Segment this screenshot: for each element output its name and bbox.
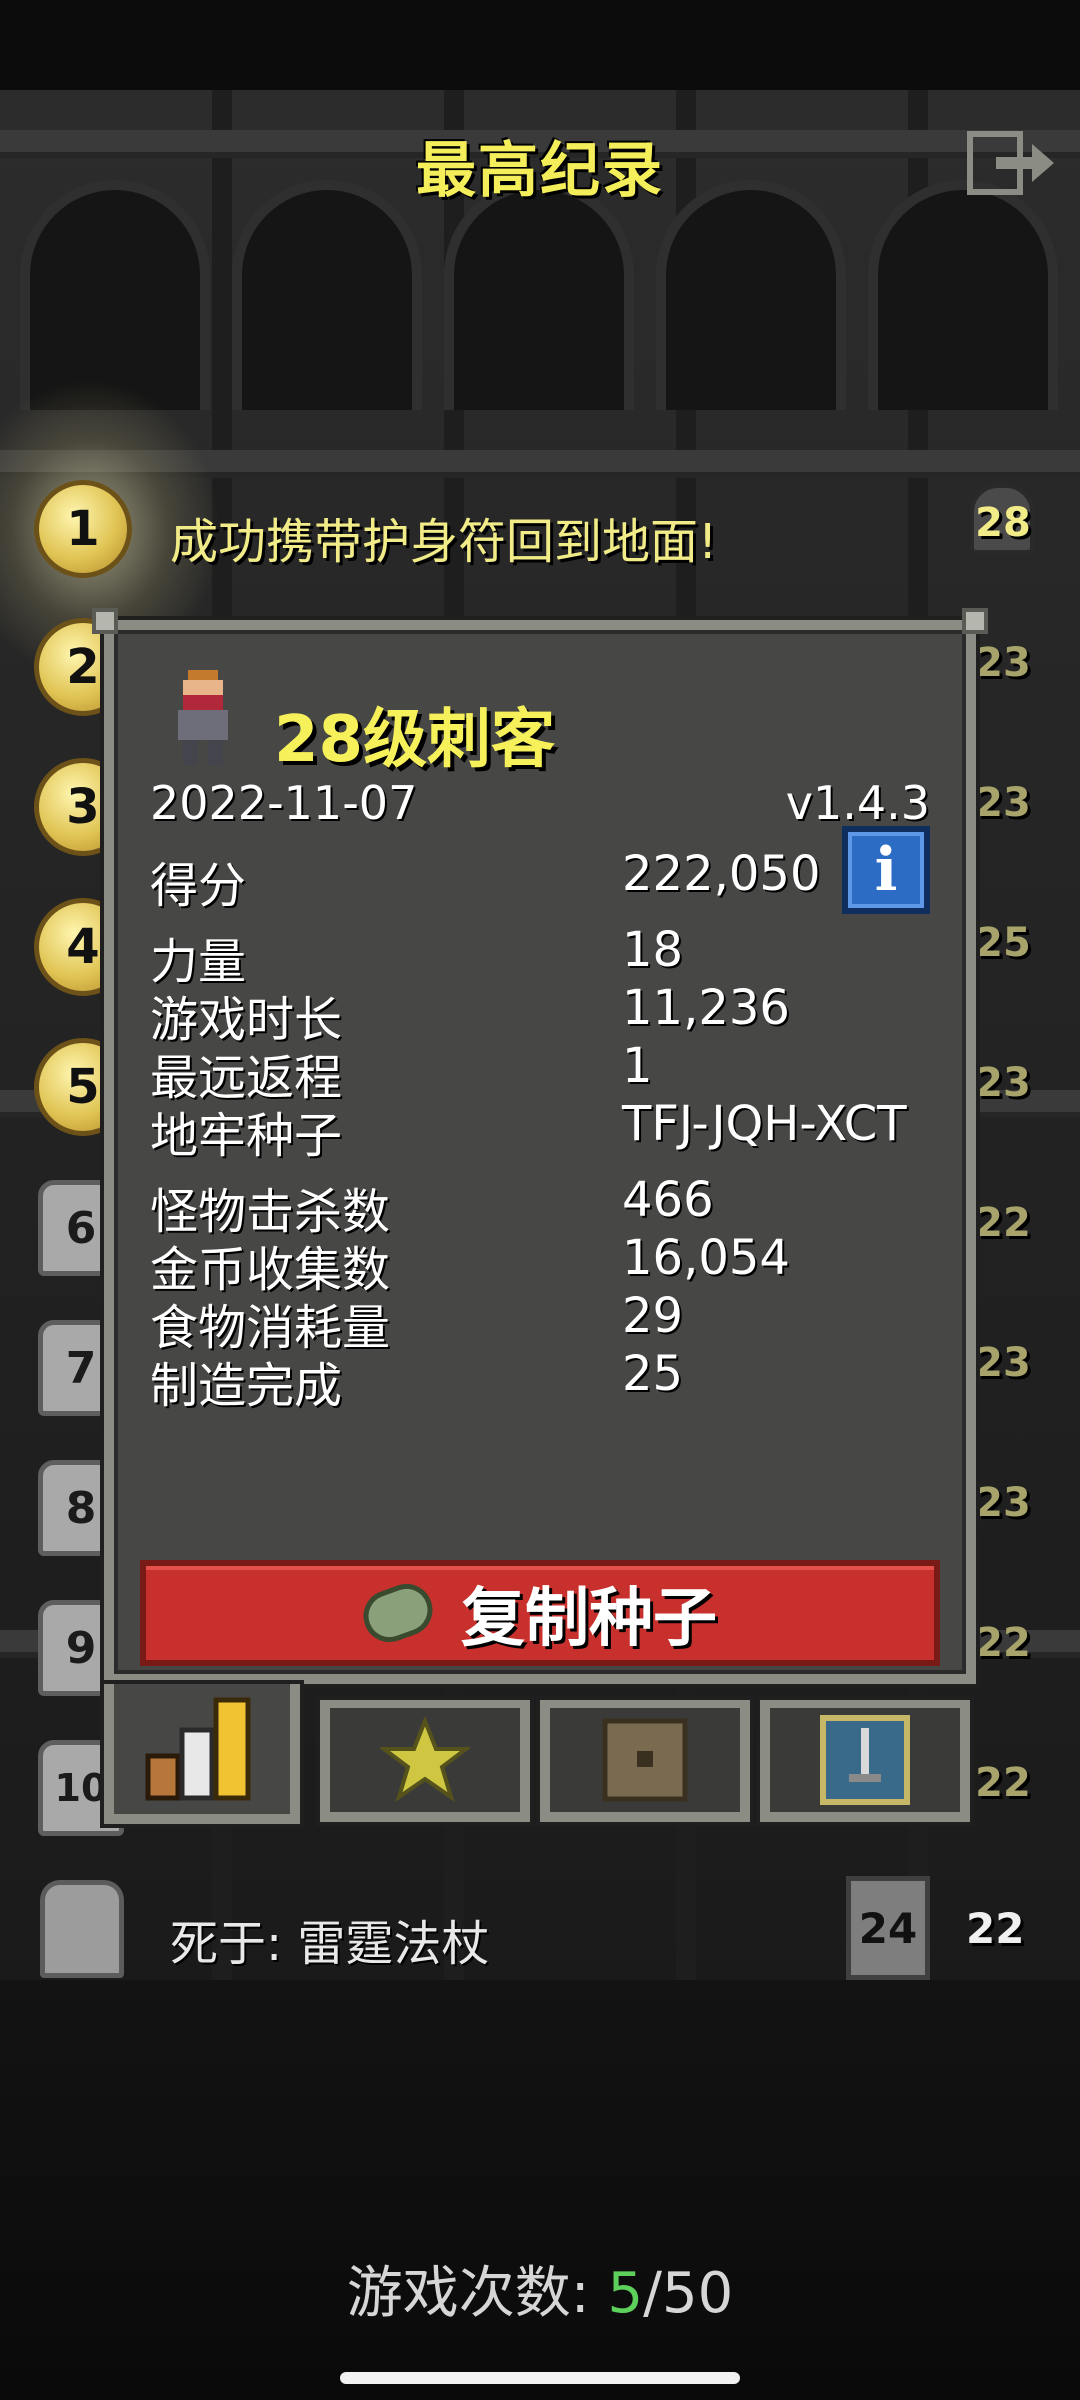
page-title: 最高纪录	[416, 136, 664, 206]
tombstone-icon	[40, 1880, 124, 1978]
panel-corner	[92, 608, 118, 634]
games-separator: /	[643, 2261, 662, 2326]
games-current: 5	[607, 2261, 644, 2326]
record-1-text[interactable]: 成功携带护身符回到地面!	[170, 502, 717, 572]
record-date: 2022-11-07	[150, 776, 418, 830]
tab-items[interactable]	[540, 1700, 750, 1822]
stat-value: 466	[622, 1172, 714, 1228]
stat-value: 25	[622, 1346, 684, 1402]
record-level: 23	[975, 1340, 1031, 1386]
stat-value: 11,236	[622, 980, 790, 1036]
sword-icon	[820, 1715, 910, 1805]
stat-label: 制造完成	[150, 1358, 343, 1414]
record-level: 22	[975, 1760, 1031, 1806]
game-version: v1.4.3	[785, 776, 930, 830]
stats-icon	[145, 1697, 251, 1801]
tab-badges[interactable]	[320, 1700, 530, 1822]
games-max: 50	[661, 2261, 734, 2326]
record-level: 22	[966, 1904, 1025, 1953]
record-level: 23	[975, 1060, 1031, 1106]
assassin-hero-icon	[178, 670, 228, 765]
stat-value: 29	[622, 1288, 684, 1344]
score-label: 得分	[150, 858, 247, 914]
home-indicator[interactable]	[340, 2372, 740, 2384]
hero-title: 28级刺客	[274, 703, 556, 777]
bottom-shade	[0, 1980, 1080, 2400]
tab-challenges[interactable]	[760, 1700, 970, 1822]
badge-star-icon	[380, 1717, 470, 1802]
record-detail-panel: 28级刺客 2022-11-07 v1.4.3 得分 222,050 i 力量 …	[92, 608, 988, 1684]
record-level: 23	[975, 640, 1031, 686]
tab-stats[interactable]	[104, 1684, 300, 1824]
games-label: 游戏次数:	[346, 2261, 590, 2326]
stat-label: 地牢种子	[150, 1108, 343, 1164]
games-played: 游戏次数: 5/50	[0, 2248, 1080, 2329]
death-cause: 死于: 雷霆法杖	[170, 1916, 490, 1972]
exit-icon	[967, 131, 1054, 195]
record-level: 28	[975, 500, 1031, 546]
status-bar	[0, 0, 1080, 92]
rank-badge-1[interactable]: 1	[34, 480, 132, 578]
stat-value: 1	[622, 1038, 653, 1094]
info-button[interactable]: i	[842, 826, 930, 914]
chest-icon	[602, 1718, 688, 1802]
record-level: 23	[975, 1480, 1031, 1526]
record-level: 22	[975, 1200, 1031, 1246]
exit-button[interactable]	[966, 130, 1056, 196]
depth-indicator: 24	[846, 1876, 930, 1980]
info-icon: i	[874, 835, 898, 905]
stat-value: 18	[622, 922, 684, 978]
score-value: 222,050	[622, 846, 821, 902]
copy-seed-button[interactable]: 复制种子	[140, 1560, 940, 1666]
record-level: 25	[975, 920, 1031, 966]
panel-corner	[962, 608, 988, 634]
dungeon-seed-value: TFJ-JQH-XCT	[622, 1096, 907, 1152]
seed-icon	[356, 1576, 440, 1650]
record-level: 22	[975, 1620, 1031, 1666]
stat-value: 16,054	[622, 1230, 790, 1286]
copy-seed-label: 复制种子	[461, 1582, 717, 1656]
record-level: 23	[975, 780, 1031, 826]
